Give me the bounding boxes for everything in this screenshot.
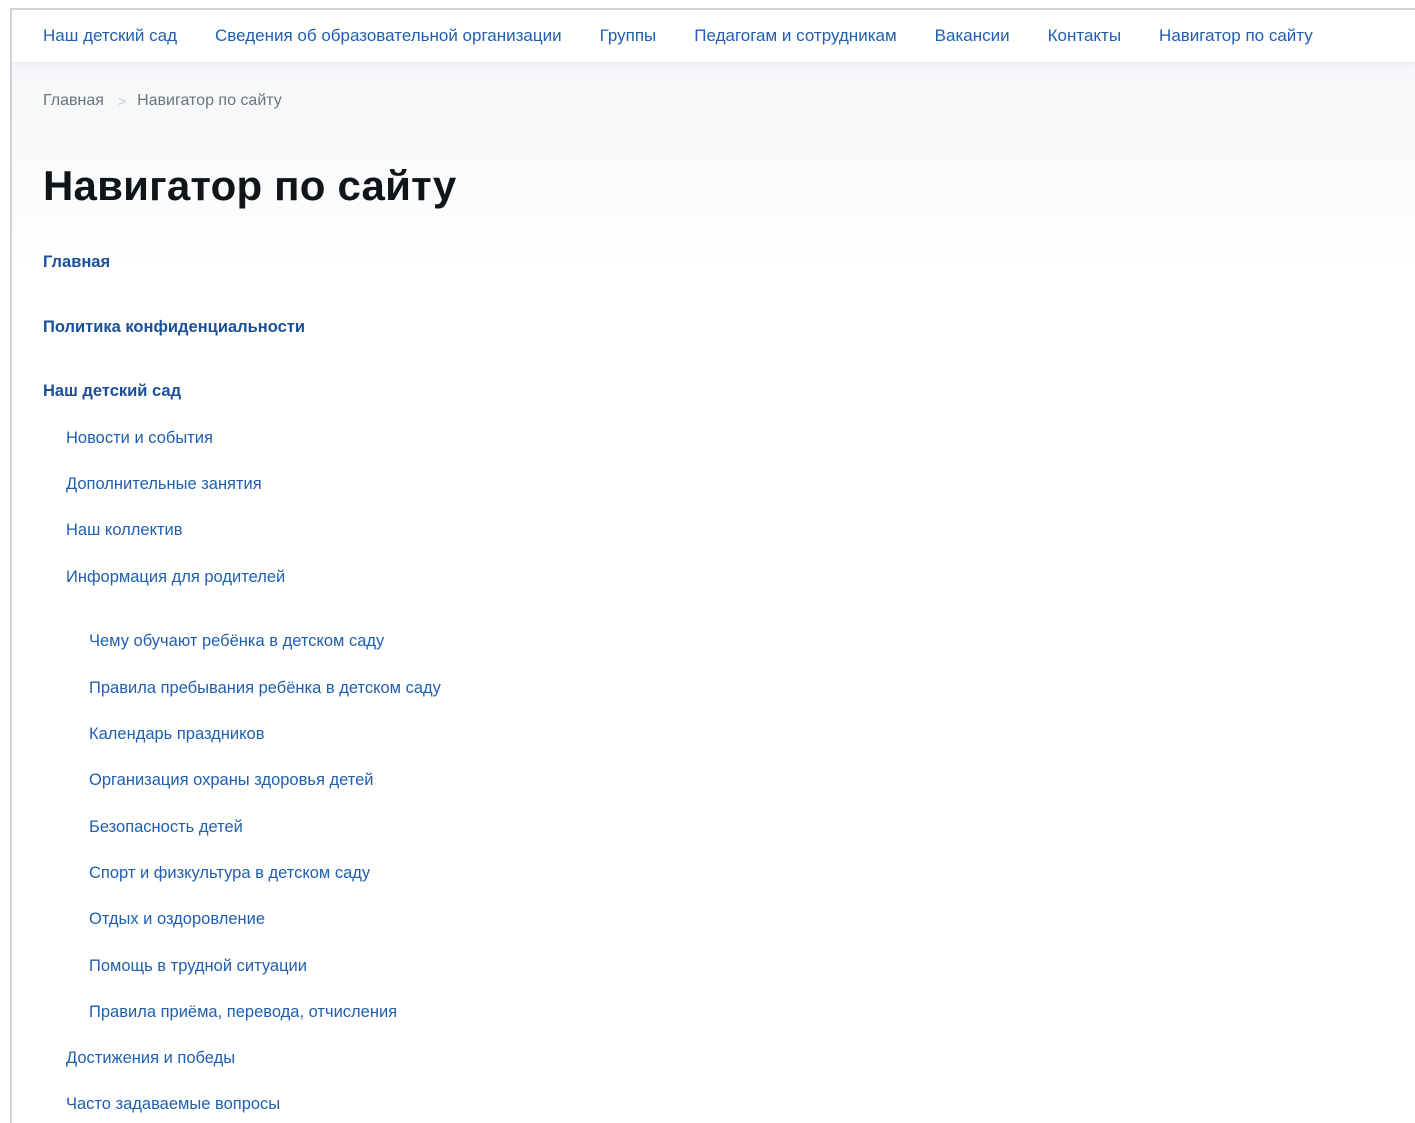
breadcrumb-home[interactable]: Главная bbox=[43, 92, 104, 110]
sitemap-link-achievements[interactable]: Достижения и победы bbox=[66, 1049, 235, 1068]
sitemap-link-holidays-calendar[interactable]: Календарь праздников bbox=[89, 725, 264, 744]
breadcrumb-current: Навигатор по сайту bbox=[137, 92, 282, 109]
nav-item-staff[interactable]: Педагогам и сотрудникам bbox=[694, 25, 896, 47]
nav-item-org-info[interactable]: Сведения об образовательной организации bbox=[215, 25, 562, 47]
sitemap-link-admission-rules[interactable]: Правила приёма, перевода, отчисления bbox=[89, 1003, 397, 1022]
nav-item-vacancies[interactable]: Вакансии bbox=[935, 25, 1010, 47]
sitemap-link-kindergarten[interactable]: Наш детский сад bbox=[43, 382, 181, 401]
sitemap-link-health-protection[interactable]: Организация охраны здоровья детей bbox=[89, 771, 374, 790]
sitemap-link-stay-rules[interactable]: Правила пребывания ребёнка в детском сад… bbox=[89, 679, 441, 698]
nav-item-kindergarten[interactable]: Наш детский сад bbox=[43, 25, 177, 47]
top-navigation: Наш детский сад Сведения об образователь… bbox=[12, 10, 1415, 63]
nav-item-contacts[interactable]: Контакты bbox=[1048, 25, 1121, 47]
nav-item-sitemap[interactable]: Навигатор по сайту bbox=[1159, 25, 1313, 47]
sitemap-link-help-difficult[interactable]: Помощь в трудной ситуации bbox=[89, 957, 307, 976]
sitemap-link-sport[interactable]: Спорт и физкультура в детском саду bbox=[89, 864, 370, 883]
sitemap-link-faq[interactable]: Часто задаваемые вопросы bbox=[66, 1095, 280, 1114]
sitemap-link-what-taught[interactable]: Чему обучают ребёнка в детском саду bbox=[89, 632, 384, 651]
breadcrumb: Главная > Навигатор по сайту bbox=[43, 92, 282, 110]
browser-viewport: Наш детский сад Сведения об образователь… bbox=[10, 8, 1415, 1123]
sitemap-link-parents-info[interactable]: Информация для родителей bbox=[66, 568, 285, 587]
sitemap-link-extra-classes[interactable]: Дополнительные занятия bbox=[66, 475, 262, 494]
sitemap-link-recreation[interactable]: Отдых и оздоровление bbox=[89, 910, 265, 929]
sitemap-link-child-safety[interactable]: Безопасность детей bbox=[89, 818, 243, 837]
page-title: Навигатор по сайту bbox=[43, 162, 457, 209]
chevron-right-icon: > bbox=[117, 93, 127, 109]
sitemap-link-privacy[interactable]: Политика конфиденциальности bbox=[43, 318, 305, 337]
sitemap-link-team[interactable]: Наш коллектив bbox=[66, 521, 183, 540]
top-nav-list: Наш детский сад Сведения об образователь… bbox=[43, 25, 1351, 47]
sitemap-link-main[interactable]: Главная bbox=[43, 253, 110, 272]
sitemap-link-news[interactable]: Новости и события bbox=[66, 429, 213, 448]
nav-item-groups[interactable]: Группы bbox=[600, 25, 657, 47]
